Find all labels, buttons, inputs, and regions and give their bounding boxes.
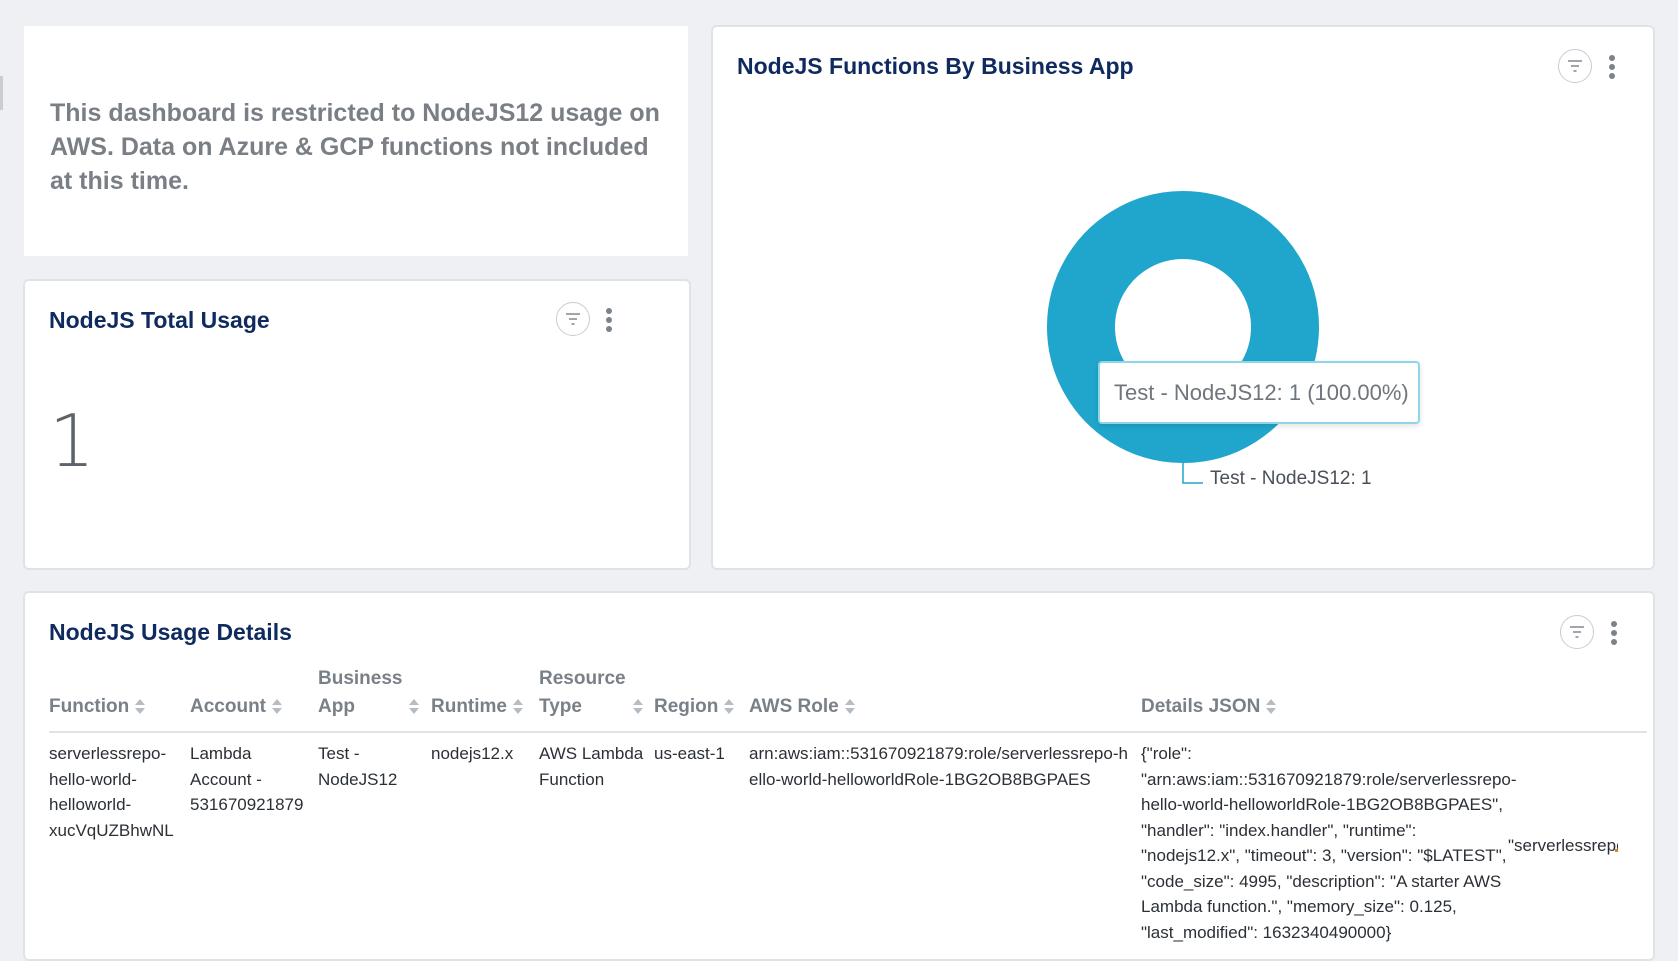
scroll-indicator [1615, 849, 1618, 852]
slice-label: Test - NodeJS12: 1 [1210, 468, 1372, 489]
column-header-account[interactable]: Account [190, 665, 318, 733]
more-options-button[interactable] [1610, 621, 1618, 647]
sort-icon [409, 698, 419, 716]
business-app-link[interactable]: Test - NodeJS12 [318, 732, 431, 945]
business-app-pie-panel: NodeJS Functions By Business App Test - … [711, 25, 1655, 570]
sort-icon [633, 698, 643, 716]
account-link[interactable]: Lambda Account - 531670921879 [190, 732, 318, 945]
region-cell: us-east-1 [654, 744, 725, 763]
filter-button[interactable] [1560, 615, 1594, 649]
notice-text: This dashboard is restricted to NodeJS12… [50, 99, 660, 195]
donut-chart[interactable] [713, 27, 1653, 547]
filter-icon [566, 313, 580, 325]
filter-button[interactable] [556, 302, 590, 336]
column-header-resource-type[interactable]: Resource Type [539, 665, 654, 733]
left-edge-indicator [0, 76, 3, 110]
sort-icon [844, 698, 855, 716]
sort-icon [135, 698, 146, 716]
column-header-aws-role[interactable]: AWS Role [749, 665, 1141, 733]
column-header-details-json[interactable]: Details JSON [1141, 665, 1647, 733]
sort-icon [1266, 698, 1277, 716]
total-usage-panel: NodeJS Total Usage 1 [23, 279, 691, 570]
function-link[interactable]: serverlessrepo-hello-world-helloworld-xu… [49, 732, 190, 945]
chart-tooltip: Test - NodeJS12: 1 (100.00%) [1098, 361, 1420, 424]
panel-title: NodeJS Usage Details [49, 619, 292, 645]
usage-details-panel: NodeJS Usage Details Function Account Bu… [23, 591, 1655, 961]
overflow-column-cell: "serverlessrepo [1508, 836, 1618, 855]
filter-icon [1570, 626, 1584, 638]
sort-icon [724, 698, 735, 716]
more-options-button[interactable] [605, 308, 613, 334]
column-header-runtime[interactable]: Runtime [431, 665, 539, 733]
notice-panel: This dashboard is restricted to NodeJS12… [24, 26, 688, 256]
sort-icon [513, 698, 523, 716]
column-header-region[interactable]: Region [654, 665, 749, 733]
resource-type-cell: AWS Lambda Function [539, 744, 644, 789]
aws-role-cell: arn:aws:iam::531670921879:role/serverles… [749, 744, 1128, 789]
usage-details-table: Function Account Business App Runtime Re… [49, 665, 1647, 945]
sort-icon [272, 698, 282, 716]
table-row: serverlessrepo-hello-world-helloworld-xu… [49, 732, 1647, 945]
column-header-business-app[interactable]: Business App [318, 665, 431, 733]
column-header-function[interactable]: Function [49, 665, 190, 733]
runtime-cell: nodejs12.x [431, 744, 514, 763]
panel-title: NodeJS Total Usage [49, 307, 270, 333]
table-header-row: Function Account Business App Runtime Re… [49, 665, 1647, 733]
total-usage-value: 1 [49, 399, 95, 483]
